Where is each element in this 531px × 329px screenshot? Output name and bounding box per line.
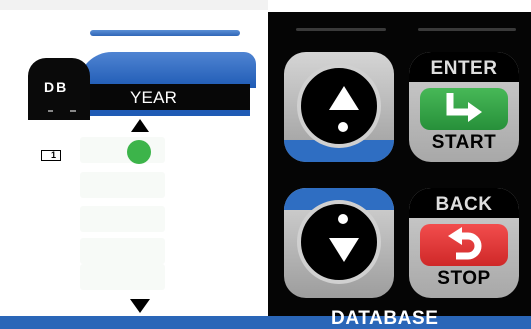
status-dot-icon [127,140,151,164]
header-label: YEAR [130,88,178,107]
gloss-line [418,28,516,31]
dot-icon [338,214,348,224]
header-swoosh [78,52,256,88]
stop-label: STOP [437,268,491,289]
gloss-line [296,28,386,31]
list-down-arrow-icon [130,299,150,313]
box-indicator-number: 1 [50,150,56,160]
db-label: DB [44,79,69,95]
lcd-top-stripe [0,0,268,10]
list-slot [80,172,165,198]
down-arrow-icon [329,238,359,262]
back-arrow-icon [448,227,482,260]
back-label: BACK [409,188,519,218]
dot-icon [338,122,348,132]
enter-arrow-icon [446,93,482,122]
up-arrow-icon [329,86,359,110]
list-up-arrow-icon [131,119,149,132]
scroll-up-cap [297,64,381,148]
enter-tile [420,88,508,130]
db-tab-ticks [48,110,76,112]
keypad: ENTER START BACK STOP [268,12,531,316]
lcd-display: YEAR DB 1 [0,0,268,316]
scroll-up-button[interactable] [284,52,394,162]
list-slot [80,137,165,163]
start-label: START [431,132,497,153]
box-indicator: 1 [41,150,61,161]
lcd-top-bar [90,30,240,36]
footer-bar [0,316,531,329]
mode-label: DATABASE [331,308,439,329]
enter-label: ENTER [409,52,519,82]
back-tile [420,224,508,266]
back-stop-button[interactable]: BACK STOP [409,188,519,298]
scroll-down-button[interactable] [284,188,394,298]
scroll-down-cap [297,200,381,284]
list-slot [80,238,165,264]
list-slot [80,264,165,290]
list-slot [80,206,165,232]
enter-start-button[interactable]: ENTER START [409,52,519,162]
